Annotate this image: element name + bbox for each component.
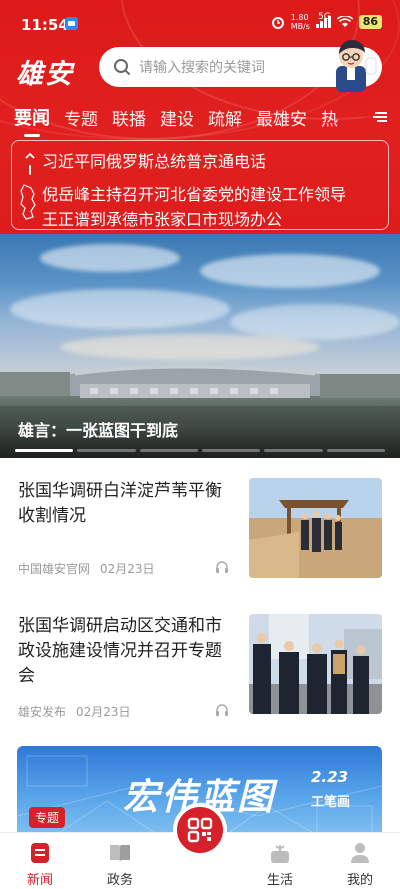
banner-subtitle: 工笔画 xyxy=(311,795,351,810)
article-card[interactable]: 张国华调研启动区交通和市政设施建设情况并召开专题会 雄安发布 02月23日 xyxy=(0,600,400,730)
banner-date: 2.23 xyxy=(311,768,349,786)
channel-tabs: 要闻 专题 联播 建设 疏解 最雄安 热 xyxy=(0,100,400,137)
headline-item[interactable]: 倪岳峰主持召开河北省委党的建设工作领导 xyxy=(42,181,346,205)
tab-re[interactable]: 热 xyxy=(321,105,338,130)
tab-zuixiongan[interactable]: 最雄安 xyxy=(256,105,307,130)
bullet-dot xyxy=(29,165,31,175)
search-icon xyxy=(114,59,131,76)
article-title: 张国华调研白洋淀芦苇平衡收割情况 xyxy=(18,481,222,526)
menu-icon xyxy=(373,112,387,122)
article-date: 02月23日 xyxy=(76,705,131,719)
article-meta: 中国雄安官网 02月23日 xyxy=(18,560,155,577)
hero-carousel[interactable]: 雄言：一张蓝图干到底 xyxy=(0,234,400,458)
chevron-up-icon xyxy=(25,152,35,159)
notification-app-icon xyxy=(65,17,78,30)
life-icon xyxy=(271,845,289,863)
nav-news-label: 新闻 xyxy=(26,873,53,888)
headline-ticker: 习近平同俄罗斯总统普京通电话 倪岳峰主持召开河北省委党的建设工作领导 王正谱到承… xyxy=(11,140,389,230)
hero-caption: 雄言：一张蓝图干到底 xyxy=(18,421,179,440)
article-thumbnail xyxy=(249,478,382,578)
nav-news[interactable]: 新闻 xyxy=(10,840,70,888)
carousel-indicator xyxy=(15,449,385,452)
app-screen: 11:54 1.80 MB/s 5G 86 雄安 请输入搜索的关键词 要闻 专题… xyxy=(0,0,400,889)
book-icon xyxy=(110,845,130,862)
article-card[interactable]: 张国华调研白洋淀芦苇平衡收割情况 中国雄安官网 02月23日 xyxy=(0,458,400,600)
tab-yaowen[interactable]: 要闻 xyxy=(14,104,50,137)
region-map-icon xyxy=(20,184,36,220)
tab-zhuanti[interactable]: 专题 xyxy=(64,105,98,130)
search-placeholder: 请输入搜索的关键词 xyxy=(139,60,265,76)
wifi-icon xyxy=(336,16,353,27)
headphones-icon[interactable] xyxy=(215,560,229,574)
tab-shujie[interactable]: 疏解 xyxy=(208,105,242,130)
net-speed: 1.80 xyxy=(290,13,309,22)
tab-jianshe[interactable]: 建设 xyxy=(160,105,194,130)
user-icon xyxy=(351,843,369,863)
status-time: 11:54 xyxy=(21,16,69,34)
nav-life[interactable]: 生活 xyxy=(250,840,310,888)
net-unit: MB/s xyxy=(290,22,310,31)
article-thumbnail xyxy=(249,614,382,714)
battery-level: 86 xyxy=(358,15,382,29)
nav-government[interactable]: 政务 xyxy=(90,840,150,888)
topic-tag-badge: 专题 xyxy=(29,807,66,828)
headline-item[interactable]: 王正谱到承德市张家口市现场办公 xyxy=(42,206,282,230)
mascot-avatar[interactable] xyxy=(330,36,378,94)
article-source: 雄安发布 xyxy=(18,705,67,719)
nav-profile[interactable]: 我的 xyxy=(330,840,390,888)
header-area: 11:54 1.80 MB/s 5G 86 雄安 请输入搜索的关键词 要闻 专题… xyxy=(0,0,400,234)
news-icon xyxy=(31,843,49,863)
nav-life-label: 生活 xyxy=(266,873,293,888)
headphones-icon[interactable] xyxy=(215,703,229,717)
tab-lianbo[interactable]: 联播 xyxy=(112,105,146,130)
qr-scan-button[interactable] xyxy=(173,803,227,857)
article-meta: 雄安发布 02月23日 xyxy=(18,703,131,720)
nav-government-label: 政务 xyxy=(106,873,133,888)
article-source: 中国雄安官网 xyxy=(18,562,91,576)
article-title: 张国华调研启动区交通和市政设施建设情况并召开专题会 xyxy=(18,616,222,686)
qr-code-icon xyxy=(187,817,213,843)
article-date: 02月23日 xyxy=(100,562,155,576)
headline-item[interactable]: 习近平同俄罗斯总统普京通电话 xyxy=(42,148,266,172)
cellular-signal-icon xyxy=(315,16,332,28)
alarm-icon xyxy=(271,17,284,29)
bottom-nav: 新闻 政务 生活 我的 xyxy=(0,803,400,889)
channel-menu-button[interactable] xyxy=(360,100,400,134)
nav-profile-label: 我的 xyxy=(346,873,373,888)
app-logo: 雄安 xyxy=(16,59,74,90)
